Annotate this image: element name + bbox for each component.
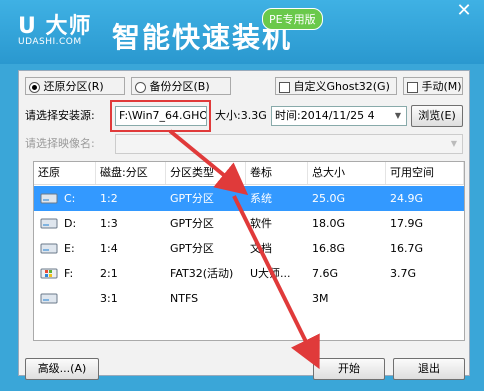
image-name-dropdown[interactable]: ▼ [115, 134, 463, 154]
table-row[interactable]: D: 1:3 GPT分区 软件 18.0G 17.9G [34, 211, 464, 236]
browse-button[interactable]: 浏览(E) [411, 105, 463, 127]
total-size: 3M [312, 292, 329, 305]
logo: U 大师 [18, 14, 92, 39]
hard-drive-icon [40, 193, 58, 204]
drive-letter: F: [64, 267, 74, 280]
manual-checkbox-icon [407, 81, 418, 93]
column-header: 磁盘:分区 [96, 162, 166, 184]
disk-partition: 1:3 [100, 217, 118, 230]
free-space: 24.9G [390, 192, 424, 205]
custom-ghost-label: 自定义Ghost32(G) [293, 80, 390, 93]
column-header: 分区类型 [166, 162, 246, 184]
disk-partition: 3:1 [100, 292, 118, 305]
logo-subtitle: UDASHI.COM [18, 37, 82, 47]
start-button[interactable]: 开始 [313, 358, 385, 380]
hard-drive-icon [40, 293, 58, 304]
image-name-label: 请选择映像名: [25, 137, 95, 150]
app-window: U 大师 UDASHI.COM 智能快速装机 PE专用版 ✕ 还原分区(R) 备… [0, 0, 484, 391]
column-header: 总大小 [308, 162, 386, 184]
time-dropdown[interactable]: 时间:2014/11/25 4 ▼ [271, 106, 407, 126]
partition-type: GPT分区 [170, 242, 214, 255]
manual-option[interactable]: 手动(M) [403, 77, 463, 95]
total-size: 25.0G [312, 192, 346, 205]
custom-ghost-checkbox-icon [279, 81, 290, 93]
partition-type: FAT32(活动) [170, 267, 234, 280]
time-text: 时间:2014/11/25 4 [275, 109, 375, 122]
main-panel: 还原分区(R) 备份分区(B) 自定义Ghost32(G) 手动(M) 请选择安… [18, 70, 470, 380]
volume-label: 文档 [250, 242, 272, 255]
partition-table: 还原 磁盘:分区 分区类型 卷标 总大小 可用空间 C: 1:2 GPT分区 系… [33, 161, 465, 341]
pe-edition-badge: PE专用版 [262, 8, 323, 30]
partition-type: GPT分区 [170, 217, 214, 230]
chevron-down-icon: ▼ [450, 139, 458, 148]
column-header: 卷标 [246, 162, 308, 184]
free-space: 17.9G [390, 217, 424, 230]
disk-partition: 2:1 [100, 267, 118, 280]
backup-label: 备份分区(B) [149, 80, 210, 93]
table-row[interactable]: C: 1:2 GPT分区 系统 25.0G 24.9G [34, 186, 464, 211]
free-space [386, 286, 464, 311]
title-bar: U 大师 UDASHI.COM 智能快速装机 PE专用版 ✕ [0, 0, 484, 64]
manual-label: 手动(M) [421, 80, 462, 93]
exit-button[interactable]: 退出 [393, 358, 465, 380]
drive-letter: E: [64, 242, 75, 255]
total-size: 18.0G [312, 217, 346, 230]
advanced-button[interactable]: 高级...(A) [25, 358, 99, 380]
backup-radio-icon [135, 81, 146, 93]
hard-drive-icon [40, 243, 58, 254]
column-header: 可用空间 [386, 162, 464, 184]
restore-option[interactable]: 还原分区(R) [25, 77, 125, 95]
custom-ghost-option[interactable]: 自定义Ghost32(G) [275, 77, 397, 95]
hard-drive-icon [40, 218, 58, 229]
windows-drive-icon [40, 268, 58, 279]
disk-partition: 1:4 [100, 242, 118, 255]
column-header: 还原 [34, 162, 96, 184]
total-size: 7.6G [312, 267, 339, 280]
size-text: 大小:3.3G [215, 109, 267, 122]
backup-option[interactable]: 备份分区(B) [131, 77, 231, 95]
table-row[interactable]: E: 1:4 GPT分区 文档 16.8G 16.7G [34, 236, 464, 261]
volume-label: 软件 [250, 217, 272, 230]
drive-letter: C: [64, 192, 76, 205]
table-row[interactable]: F: 2:1 FAT32(活动) U大师... 7.6G 3.7G [34, 261, 464, 286]
free-space: 3.7G [390, 267, 417, 280]
volume-label: U大师... [250, 267, 291, 280]
restore-radio-icon [29, 81, 40, 93]
volume-label: 系统 [250, 192, 272, 205]
chevron-down-icon: ▼ [394, 111, 402, 120]
drive-letter [60, 286, 96, 311]
source-label: 请选择安装源: [25, 109, 95, 122]
disk-partition: 1:2 [100, 192, 118, 205]
restore-label: 还原分区(R) [43, 80, 104, 93]
volume-label [246, 286, 308, 311]
drive-letter: D: [64, 217, 77, 230]
table-row[interactable]: 3:1 NTFS 3M [34, 286, 464, 311]
source-path-field[interactable]: F:\Win7_64.GHO [115, 106, 207, 126]
free-space: 16.7G [390, 242, 424, 255]
table-header: 还原 磁盘:分区 分区类型 卷标 总大小 可用空间 [34, 162, 464, 185]
close-button[interactable]: ✕ [446, 0, 482, 22]
partition-type: NTFS [170, 292, 199, 305]
partition-type: GPT分区 [170, 192, 214, 205]
total-size: 16.8G [312, 242, 346, 255]
